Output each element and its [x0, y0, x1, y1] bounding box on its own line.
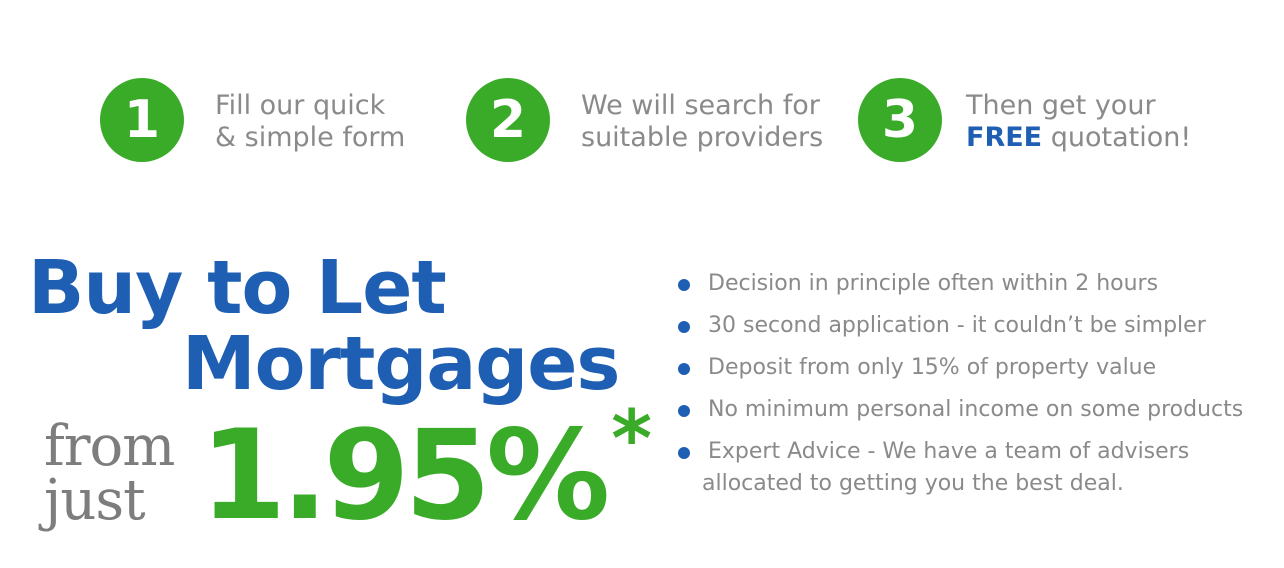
bullet-dot-icon [678, 321, 690, 333]
rate-number: 1.95% [200, 404, 610, 548]
just-word: just [44, 468, 146, 533]
bullet-dot-icon [678, 405, 690, 417]
bullet-dot-icon [678, 447, 690, 459]
feature-item: Deposit from only 15% of property value [678, 352, 1243, 384]
feature-text: Deposit from only 15% of property value [708, 355, 1157, 380]
feature-text: 30 second application - it couldn’t be s… [708, 313, 1206, 338]
feature-item: Decision in principle often within 2 hou… [678, 268, 1243, 300]
feature-text: Decision in principle often within 2 hou… [708, 271, 1159, 296]
step-3-line1: Then get your [966, 90, 1156, 121]
headline-line1: Buy to Let [28, 245, 447, 331]
feature-text: Expert Advice - We have a team of advise… [702, 439, 1190, 496]
features-list: Decision in principle often within 2 hou… [678, 268, 1243, 510]
step-1-text: Fill our quick & simple form [215, 90, 405, 154]
steps-row: 1 Fill our quick & simple form 2 We will… [0, 0, 1284, 200]
headline-line2: Mortgages [182, 321, 620, 407]
feature-item: Expert Advice - We have a team of advise… [678, 436, 1243, 500]
bullet-dot-icon [678, 363, 690, 375]
step-3-text: Then get your FREE quotation! [966, 90, 1191, 154]
feature-item: 30 second application - it couldn’t be s… [678, 310, 1243, 342]
step-3-badge: 3 [858, 78, 942, 162]
step-2-text: We will search for suitable providers [581, 90, 823, 154]
step-2-line2: suitable providers [581, 122, 824, 153]
step-3-line2: FREE quotation! [966, 122, 1191, 154]
step-2-line1: We will search for [581, 90, 820, 121]
free-highlight: FREE [966, 122, 1043, 153]
step-1-line2: & simple form [215, 122, 406, 153]
bullet-dot-icon [678, 279, 690, 291]
step-1-badge: 1 [100, 78, 184, 162]
step-2-badge: 2 [466, 78, 550, 162]
rate-value: 1.95%* [200, 401, 652, 538]
rate-asterisk: * [611, 394, 652, 485]
feature-text: No minimum personal income on some produ… [708, 397, 1244, 422]
from-just-label: from just [44, 414, 175, 533]
step-1-line1: Fill our quick [215, 90, 386, 121]
feature-item: No minimum personal income on some produ… [678, 394, 1243, 426]
step-3-line2-rest: quotation! [1042, 122, 1192, 153]
from-word: from [44, 414, 175, 479]
